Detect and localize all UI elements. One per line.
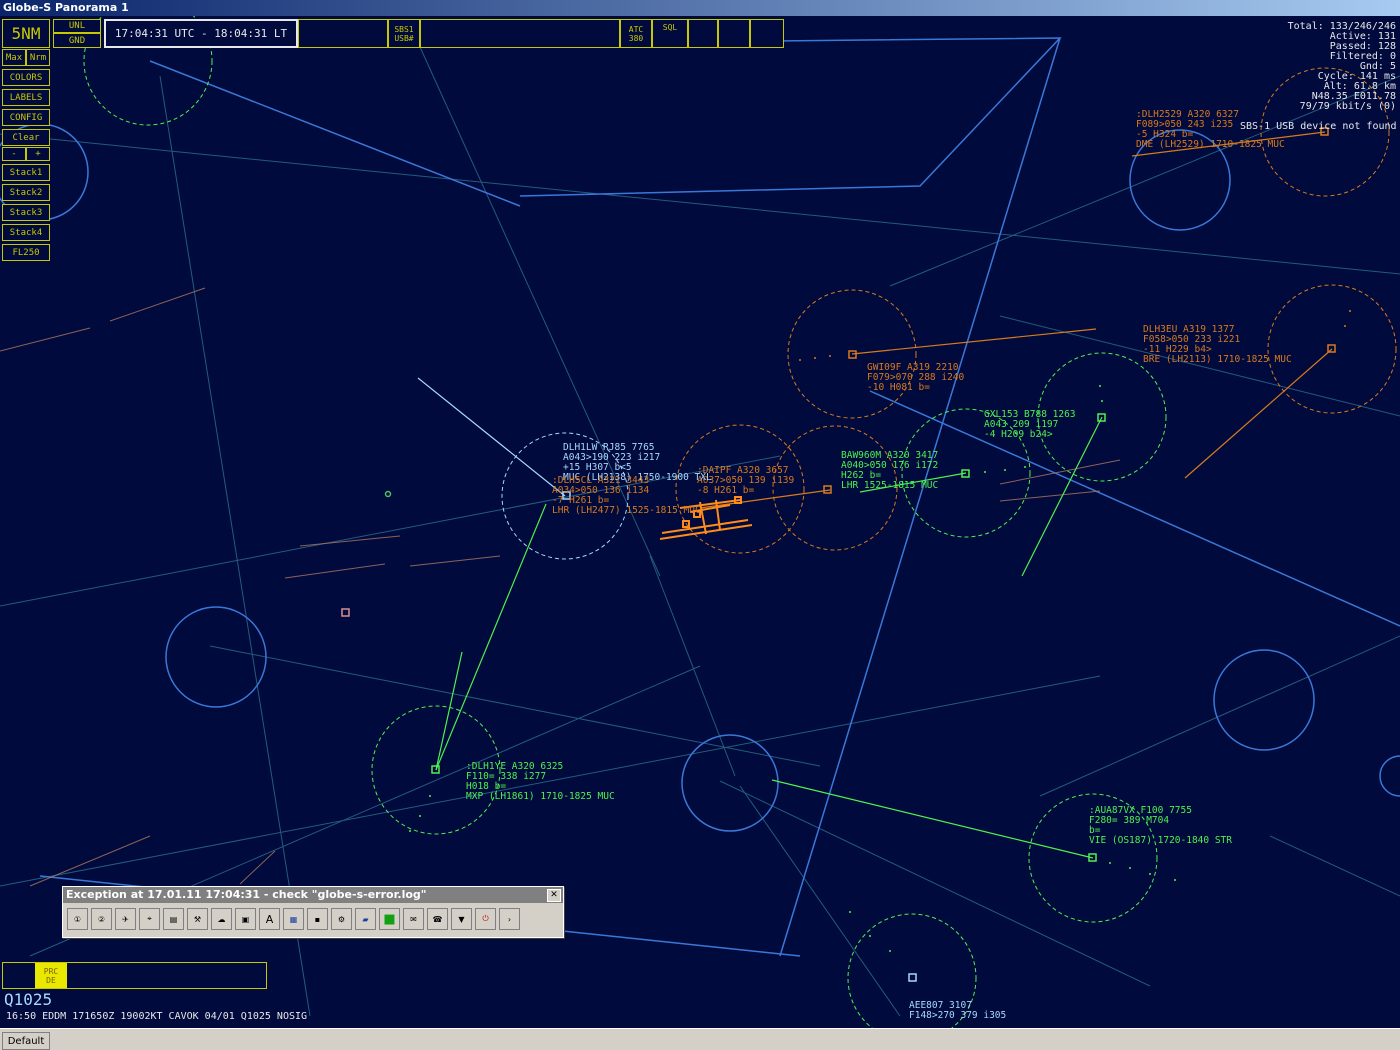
panorama-1-icon[interactable]: ① bbox=[67, 908, 88, 930]
message-field bbox=[298, 19, 388, 48]
power-icon[interactable]: ⏻ bbox=[475, 908, 496, 930]
aircraft-label[interactable]: :DLH1YE A320 6325 F110= 338 i277 H018 b= MX… bbox=[466, 762, 615, 802]
aircraft-label-line: F148>270 379 i305 bbox=[909, 1010, 1007, 1021]
weather-icon[interactable]: ☁ bbox=[211, 908, 232, 930]
satellite-icon[interactable]: ⌖ bbox=[139, 908, 160, 930]
clock-display: 17:04:31 UTC - 18:04:31 LT bbox=[104, 19, 298, 48]
toolbar-slot-1[interactable] bbox=[688, 19, 718, 48]
panorama-2-icon[interactable]: ② bbox=[91, 908, 112, 930]
mail-icon[interactable]: ✉ bbox=[403, 908, 424, 930]
sql-button[interactable]: SQL bbox=[652, 19, 688, 48]
aircraft-label-line: -10 H081 b= bbox=[867, 382, 930, 393]
window-title: Globe-S Panorama 1 bbox=[0, 0, 1400, 16]
max-button[interactable]: Max bbox=[2, 49, 26, 66]
stack2-button[interactable]: Stack2 bbox=[2, 184, 50, 201]
usb-label: USB# bbox=[394, 33, 414, 43]
gnd-button[interactable]: GND bbox=[53, 33, 101, 48]
clear-button[interactable]: Clear bbox=[2, 129, 50, 146]
stats-panel: Total: 133/246/246 Active: 131 Passed: 1… bbox=[1288, 22, 1396, 112]
colors-button[interactable]: COLORS bbox=[2, 69, 50, 86]
qnh-display: Q1025 bbox=[4, 990, 53, 1009]
aircraft-label[interactable]: GWI09F A319 2210 F079>070 288 i240 -10 H08… bbox=[867, 363, 964, 393]
labels-button[interactable]: LABELS bbox=[2, 89, 50, 106]
stack1-button[interactable]: Stack1 bbox=[2, 164, 50, 181]
dropdown-icon[interactable]: ▼ bbox=[451, 908, 472, 930]
config-button[interactable]: CONFIG bbox=[2, 109, 50, 126]
atc-icon[interactable]: ▦ bbox=[283, 908, 304, 930]
aircraft-label[interactable]: AEE807 3107 F148>270 379 i305 bbox=[909, 1001, 1006, 1021]
flight-level-filter-button[interactable]: FL250 bbox=[2, 244, 50, 261]
green-square-icon[interactable]: ■ bbox=[379, 908, 400, 930]
range-display[interactable]: 5NM bbox=[2, 19, 50, 48]
aircraft-label[interactable]: :DLH5CL A321 3443 A034>050 136 i134 -7 H26… bbox=[552, 476, 701, 516]
sbs1-label: SBS1 bbox=[394, 24, 414, 34]
icom-icon[interactable]: ☎ bbox=[427, 908, 448, 930]
atc-label: ATC bbox=[628, 24, 644, 34]
exception-title: Exception at 17.01.11 17:04:31 - check "… bbox=[63, 887, 563, 903]
aircraft-label[interactable]: BAW960M A320 3417 A040>050 176 i172 H262 b… bbox=[841, 451, 938, 491]
nrm-button[interactable]: Nrm bbox=[26, 49, 50, 66]
close-icon[interactable]: ✕ bbox=[547, 889, 561, 902]
aircraft-label-line: F280= 389 M704 bbox=[1089, 815, 1170, 826]
aircraft-label-line: VIE (OS187) 1720-1840 STR bbox=[1089, 835, 1232, 846]
aircraft-label[interactable]: GXL153 B788 1263 A043 209 i197 -4 H209 b24… bbox=[984, 410, 1076, 440]
unl-button[interactable]: UNL bbox=[53, 19, 101, 33]
globe-s-window: Globe-S Panorama 1 5NM UNL GND 17:04:31 … bbox=[0, 0, 1400, 1050]
stack3-button[interactable]: Stack3 bbox=[2, 204, 50, 221]
folder-icon[interactable]: ▣ bbox=[235, 908, 256, 930]
aircraft-label-line: -8 H261 b= bbox=[697, 485, 755, 496]
toolbar-slot-2[interactable] bbox=[718, 19, 750, 48]
radar-scope[interactable] bbox=[0, 16, 1400, 1028]
notes-icon[interactable]: ▤ bbox=[163, 908, 184, 930]
status-field bbox=[420, 19, 620, 48]
toolbar-slot-3[interactable] bbox=[750, 19, 784, 48]
zoom-out-button[interactable]: - bbox=[2, 147, 26, 161]
stack4-button[interactable]: Stack4 bbox=[2, 224, 50, 241]
settings-icon[interactable]: ⚙ bbox=[331, 908, 352, 930]
default-tab[interactable]: Default bbox=[2, 1032, 50, 1050]
wrench-icon[interactable]: ⚒ bbox=[187, 908, 208, 930]
stat-rate: 79/79 kbit/s (0) bbox=[1299, 101, 1396, 112]
font-icon[interactable]: A bbox=[259, 908, 280, 930]
prc-label: PRC bbox=[43, 966, 59, 976]
aircraft-label[interactable]: :DLH2529 A320 6327 F089>050 243 i235 -5 H3… bbox=[1136, 110, 1285, 150]
sbs-icon[interactable]: ▰ bbox=[355, 908, 376, 930]
airplane-icon[interactable]: ✈ bbox=[115, 908, 136, 930]
status-bar: Default bbox=[0, 1028, 1400, 1050]
terminal-icon[interactable]: ▪ bbox=[307, 908, 328, 930]
aircraft-label-line: LHR (LH2477) 1525-1815 MUC bbox=[552, 505, 701, 516]
metar-line: 16:50 EDDM 171650Z 19002KT CAVOK 04/01 Q… bbox=[6, 1011, 308, 1022]
aircraft-label-line: -4 H209 b24> bbox=[984, 429, 1053, 440]
aircraft-label-line: BRE (LH2113) 1710-1825 MUC bbox=[1143, 354, 1292, 365]
zoom-in-button[interactable]: + bbox=[26, 147, 50, 161]
exception-toolbar: ① ② ✈ ⌖ ▤ ⚒ ☁ ▣ A ▦ ▪ ⚙ ▰ ■ ✉ ☎ ▼ ⏻ › bbox=[67, 908, 520, 930]
aircraft-label[interactable]: :AUA87VX F100 7755 F280= 389 M704 b= VIE (O… bbox=[1089, 806, 1232, 846]
chevron-right-icon[interactable]: › bbox=[499, 908, 520, 930]
aircraft-label[interactable]: DLH3EU A319 1377 F058>050 233 i221 -11 H22… bbox=[1143, 325, 1292, 365]
atc-button[interactable]: ATC 380 bbox=[620, 19, 652, 48]
de-label: DE bbox=[46, 975, 56, 985]
aircraft-label-line: DME (LH2529) 1710-1825 MUC bbox=[1136, 139, 1285, 150]
atc-frequency: 380 bbox=[628, 33, 644, 43]
prc-de-indicator[interactable]: PRC DE bbox=[35, 963, 67, 988]
exception-title-text: Exception at 17.01.11 17:04:31 - check "… bbox=[66, 888, 427, 901]
sbs1-indicator[interactable]: SBS1 USB# bbox=[388, 19, 420, 48]
aircraft-label-line: LHR 1525-1815 MUC bbox=[841, 480, 939, 491]
exception-window[interactable]: Exception at 17.01.11 17:04:31 - check "… bbox=[62, 886, 564, 938]
aircraft-label-line: MXP (LH1861) 1710-1825 MUC bbox=[466, 791, 615, 802]
